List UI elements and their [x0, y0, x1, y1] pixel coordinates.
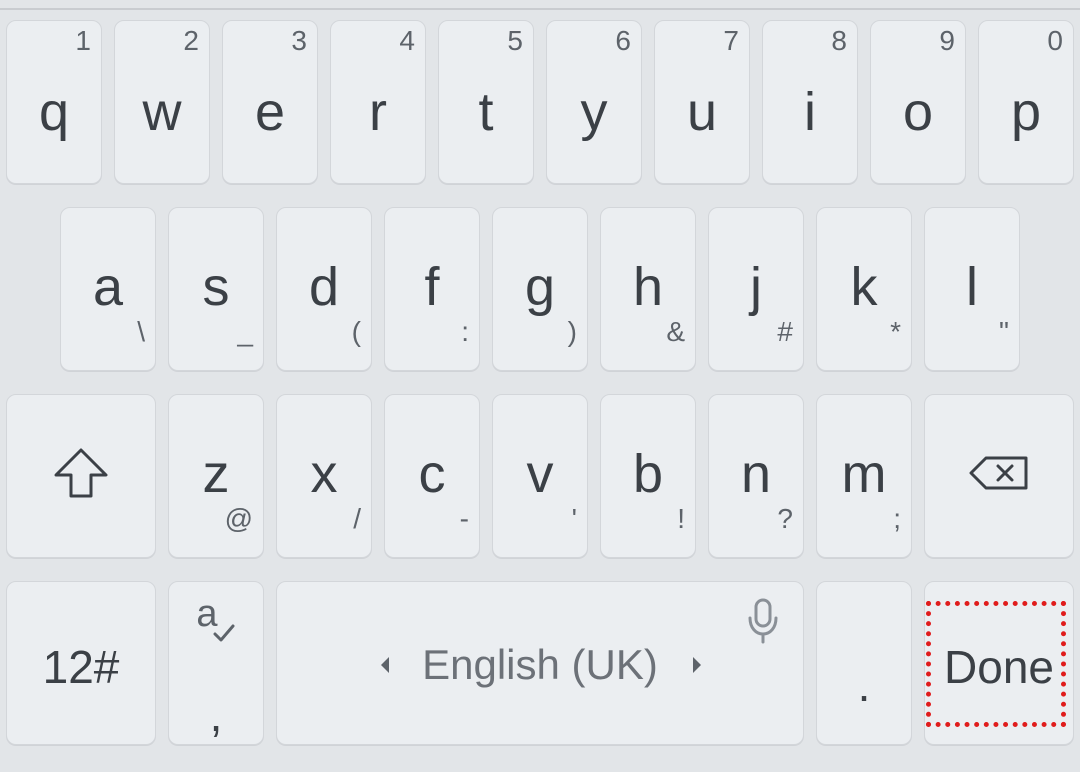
space-bar[interactable]: English (UK): [276, 581, 804, 745]
key-z[interactable]: z @: [168, 394, 264, 558]
key-letter: r: [369, 82, 387, 142]
key-letter: e: [254, 82, 286, 142]
backspace-icon: [925, 455, 1073, 491]
key-letter: l: [966, 257, 978, 317]
key-hint: ?: [777, 503, 793, 534]
key-letter: w: [142, 82, 182, 142]
spellcheck-icon: a: [169, 596, 263, 644]
key-j[interactable]: j #: [708, 207, 804, 371]
key-p[interactable]: 0 p: [978, 20, 1074, 184]
backspace-key[interactable]: [924, 394, 1074, 558]
period-key[interactable]: .: [816, 581, 912, 745]
key-letter: h: [632, 257, 664, 317]
symbols-key[interactable]: 12#: [6, 581, 156, 745]
key-k[interactable]: k *: [816, 207, 912, 371]
key-hint: /: [353, 503, 361, 534]
key-letter: k: [850, 257, 878, 317]
key-letter: g: [524, 257, 556, 317]
key-hint: 0: [1047, 25, 1063, 56]
key-i[interactable]: 8 i: [762, 20, 858, 184]
key-hint: -: [459, 503, 469, 534]
key-a[interactable]: a \: [60, 207, 156, 371]
microphone-icon: [745, 598, 781, 649]
svg-text:a: a: [196, 596, 218, 635]
key-h[interactable]: h &: [600, 207, 696, 371]
key-hint: 9: [939, 25, 955, 56]
key-letter: d: [308, 257, 340, 317]
key-letter: v: [526, 444, 554, 504]
space-bar-language-label: English (UK): [422, 641, 658, 688]
key-y[interactable]: 6 y: [546, 20, 642, 184]
key-d[interactable]: d (: [276, 207, 372, 371]
key-u[interactable]: 7 u: [654, 20, 750, 184]
key-hint: 2: [183, 25, 199, 56]
key-x[interactable]: x /: [276, 394, 372, 558]
key-letter: n: [740, 444, 772, 504]
key-letter: z: [202, 444, 230, 504]
key-t[interactable]: 5 t: [438, 20, 534, 184]
key-m[interactable]: m ;: [816, 394, 912, 558]
key-letter: a: [92, 257, 124, 317]
period-key-label: .: [857, 659, 871, 711]
key-letter: c: [418, 444, 446, 504]
key-hint: 1: [75, 25, 91, 56]
key-g[interactable]: g ): [492, 207, 588, 371]
key-letter: p: [1010, 82, 1042, 142]
key-hint: ;: [893, 503, 901, 534]
comma-key[interactable]: a ,: [168, 581, 264, 745]
key-hint: &: [666, 316, 685, 347]
key-hint: 5: [507, 25, 523, 56]
key-letter: i: [804, 82, 816, 142]
key-letter: f: [424, 257, 440, 317]
done-key-label: Done: [944, 641, 1054, 693]
shift-arrow-icon: [7, 447, 155, 499]
key-hint: ": [999, 316, 1009, 347]
key-hint: 8: [831, 25, 847, 56]
key-r[interactable]: 4 r: [330, 20, 426, 184]
comma-key-label: ,: [209, 689, 223, 741]
shift-key[interactable]: [6, 394, 156, 558]
key-hint: 6: [615, 25, 631, 56]
key-letter: u: [686, 82, 718, 142]
key-c[interactable]: c -: [384, 394, 480, 558]
key-q[interactable]: 1 q: [6, 20, 102, 184]
key-letter: s: [202, 257, 230, 317]
keyboard-top-divider: [0, 8, 1080, 10]
key-hint: 7: [723, 25, 739, 56]
key-hint: :: [461, 316, 469, 347]
key-hint: *: [890, 316, 901, 347]
key-letter: j: [750, 257, 762, 317]
key-v[interactable]: v ': [492, 394, 588, 558]
key-letter: o: [902, 82, 934, 142]
key-hint: @: [224, 503, 253, 534]
key-letter: t: [478, 82, 494, 142]
key-letter: m: [841, 444, 887, 504]
key-hint: #: [777, 316, 793, 347]
key-hint: (: [351, 316, 361, 347]
key-w[interactable]: 2 w: [114, 20, 210, 184]
key-letter: q: [38, 82, 70, 142]
key-n[interactable]: n ?: [708, 394, 804, 558]
key-hint: ': [571, 503, 577, 534]
done-key[interactable]: Done: [924, 581, 1074, 745]
key-hint: _: [237, 316, 253, 347]
key-letter: x: [310, 444, 338, 504]
key-letter: y: [580, 82, 608, 142]
key-hint: ): [567, 316, 577, 347]
key-s[interactable]: s _: [168, 207, 264, 371]
key-f[interactable]: f :: [384, 207, 480, 371]
key-l[interactable]: l ": [924, 207, 1020, 371]
key-e[interactable]: 3 e: [222, 20, 318, 184]
key-o[interactable]: 9 o: [870, 20, 966, 184]
symbols-key-label: 12#: [42, 641, 120, 693]
key-b[interactable]: b !: [600, 394, 696, 558]
triangle-right-icon: [691, 656, 703, 679]
key-letter: b: [632, 444, 664, 504]
key-hint: !: [677, 503, 685, 534]
key-hint: \: [137, 316, 145, 347]
key-hint: 3: [291, 25, 307, 56]
key-hint: 4: [399, 25, 415, 56]
